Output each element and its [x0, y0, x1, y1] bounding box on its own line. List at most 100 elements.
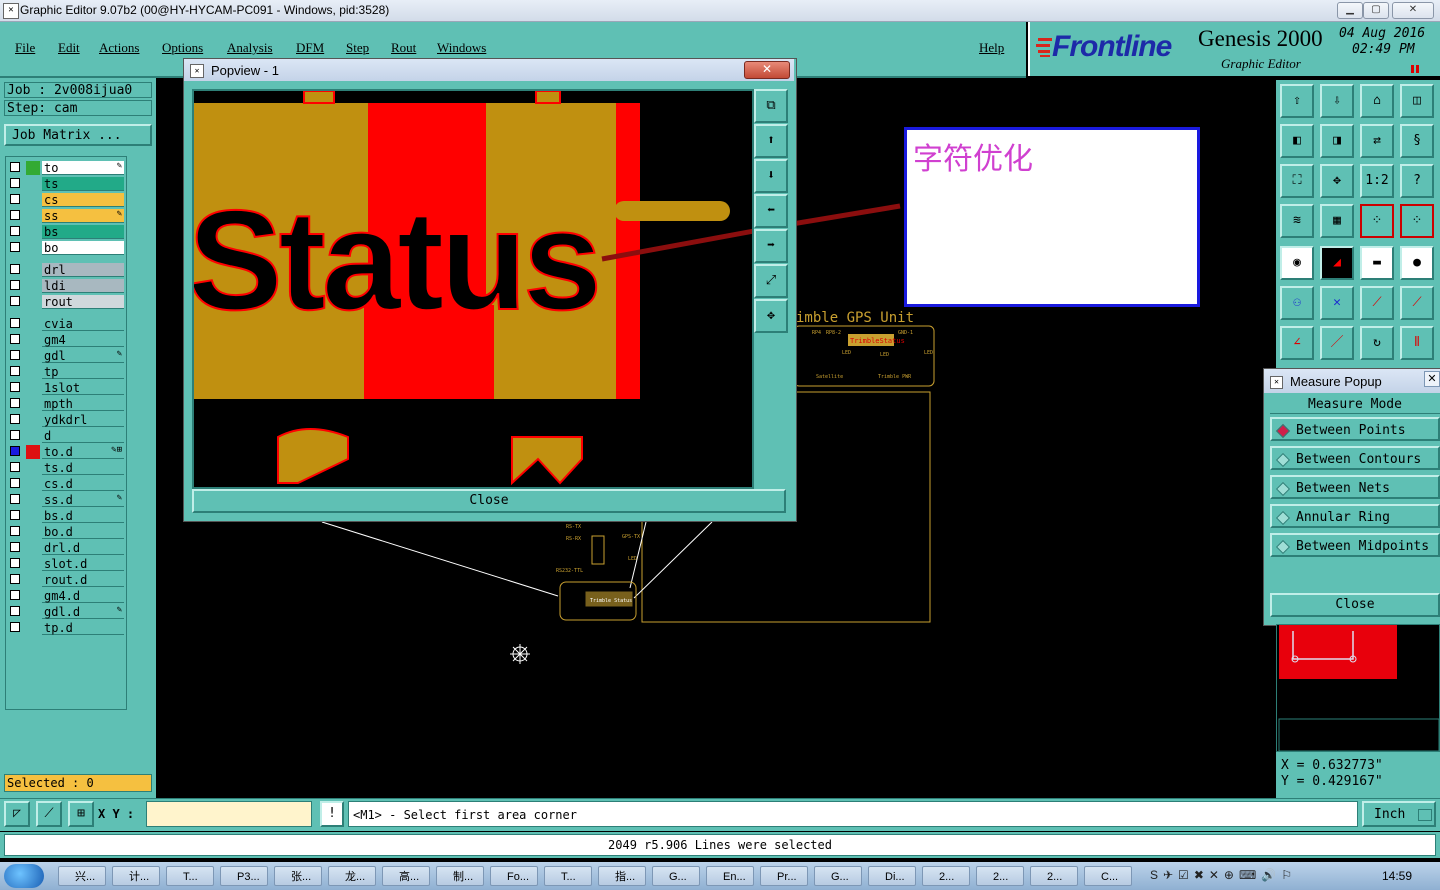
layer-name[interactable]: to	[42, 161, 124, 175]
layer-checkbox[interactable]	[10, 494, 20, 504]
layer-name[interactable]: ts.d	[42, 461, 124, 475]
layer-row[interactable]: tp	[8, 365, 126, 379]
taskbar-item[interactable]: G...	[814, 866, 862, 886]
alert-icon[interactable]: !	[320, 801, 344, 827]
popview-close-icon[interactable]: ✕	[744, 61, 790, 79]
popview-close-button[interactable]: Close	[192, 489, 786, 513]
menu-options[interactable]: Options	[162, 40, 203, 56]
window-split-icon[interactable]: ◫	[1400, 84, 1434, 118]
layer-row[interactable]: cs.d	[8, 477, 126, 491]
layer-up-icon[interactable]: ⇧	[1280, 84, 1314, 118]
measure-close-button[interactable]: Close	[1270, 593, 1440, 617]
layer-row[interactable]: ldi	[8, 279, 126, 293]
measure-close-icon[interactable]: ✕	[1424, 371, 1440, 387]
move-left-icon[interactable]: ◧	[1280, 124, 1314, 158]
layer-row[interactable]: to.d ✎⊞	[8, 445, 126, 459]
taskbar-item[interactable]: Fo...	[490, 866, 538, 886]
layer-name[interactable]: tp	[42, 365, 124, 379]
swap-icon[interactable]: ⇄	[1360, 124, 1394, 158]
layer-row[interactable]: rout	[8, 295, 126, 309]
layer-down-icon[interactable]: ⇩	[1320, 84, 1354, 118]
pad-icon[interactable]: ●	[1400, 246, 1434, 280]
net-select-icon[interactable]: ⁘	[1360, 204, 1394, 238]
draw-diagonal-icon[interactable]: ⟋	[36, 801, 62, 827]
close-window-button[interactable]: ✕	[1392, 2, 1434, 19]
layer-name[interactable]: bo	[42, 241, 124, 255]
layer-checkbox[interactable]	[10, 478, 20, 488]
layer-name[interactable]: rout	[42, 295, 124, 309]
layer-name[interactable]: ts	[42, 177, 124, 191]
menu-actions[interactable]: Actions	[99, 40, 139, 56]
layer-checkbox[interactable]	[10, 382, 20, 392]
taskbar-item[interactable]: 2...	[976, 866, 1024, 886]
taskbar-item[interactable]: En...	[706, 866, 754, 886]
snap-icon[interactable]: §	[1400, 124, 1434, 158]
layer-row[interactable]: bo.d	[8, 525, 126, 539]
layer-row[interactable]: bo	[8, 241, 126, 255]
layer-name[interactable]: 1slot	[42, 381, 124, 395]
taskbar-item[interactable]: 指...	[598, 866, 646, 886]
measure-option[interactable]: Annular Ring	[1270, 504, 1440, 528]
xy-input[interactable]	[146, 801, 312, 827]
taskbar-item[interactable]: 高...	[382, 866, 430, 886]
layer-color-swatch[interactable]	[26, 445, 40, 459]
layer-row[interactable]: cs	[8, 193, 126, 207]
layer-name[interactable]: d	[42, 429, 124, 443]
layer-checkbox[interactable]	[10, 178, 20, 188]
menu-help[interactable]: Help	[979, 40, 1004, 56]
layer-checkbox[interactable]	[10, 366, 20, 376]
layer-row[interactable]: 1slot	[8, 381, 126, 395]
layer-checkbox[interactable]	[10, 350, 20, 360]
intersect-icon[interactable]: ✕	[1320, 286, 1354, 320]
zoom-center-icon[interactable]: ✥	[1320, 164, 1354, 198]
popview-pan-down-icon[interactable]: ⬇	[754, 159, 788, 193]
zoom-one-to-one-icon[interactable]: 1:2	[1360, 164, 1394, 198]
taskbar-item[interactable]: T...	[166, 866, 214, 886]
layer-checkbox[interactable]	[10, 558, 20, 568]
taskbar-item[interactable]: C...	[1084, 866, 1132, 886]
ruler-icon[interactable]: ▬	[1360, 246, 1394, 280]
layer-checkbox[interactable]	[10, 430, 20, 440]
layer-name[interactable]: cs.d	[42, 477, 124, 491]
home-icon[interactable]: ⌂	[1360, 84, 1394, 118]
menu-analysis[interactable]: Analysis	[227, 40, 273, 56]
layer-checkbox[interactable]	[10, 162, 20, 172]
taskbar-item[interactable]: 张...	[274, 866, 322, 886]
layer-checkbox[interactable]	[10, 334, 20, 344]
layer-checkbox[interactable]	[10, 414, 20, 424]
measure-option[interactable]: Between Contours	[1270, 446, 1440, 470]
layer-name[interactable]: cs	[42, 193, 124, 207]
layer-color-swatch[interactable]	[26, 161, 40, 175]
grid-icon[interactable]: ▦	[1320, 204, 1354, 238]
annotation-box[interactable]: 字符优化	[904, 127, 1200, 307]
layer-checkbox[interactable]	[10, 296, 20, 306]
layer-row[interactable]: gdl.d ✎	[8, 605, 126, 619]
units-select[interactable]: Inch	[1362, 801, 1436, 827]
taskbar-item[interactable]: Di...	[868, 866, 916, 886]
point-measure-icon[interactable]: ⟋	[1400, 286, 1434, 320]
layer-row[interactable]: slot.d	[8, 557, 126, 571]
layer-row[interactable]: d	[8, 429, 126, 443]
layer-name[interactable]: ldi	[42, 279, 124, 293]
angle-icon[interactable]: ∠	[1280, 326, 1314, 360]
layer-name[interactable]: ss	[42, 209, 124, 223]
layer-row[interactable]: gm4	[8, 333, 126, 347]
layer-checkbox[interactable]	[10, 226, 20, 236]
popview-canvas[interactable]: Status	[192, 89, 754, 489]
layer-checkbox[interactable]	[10, 194, 20, 204]
taskbar-item[interactable]: 制...	[436, 866, 484, 886]
layer-row[interactable]: ts.d	[8, 461, 126, 475]
layer-row[interactable]: ydkdrl	[8, 413, 126, 427]
layer-row[interactable]: cvia	[8, 317, 126, 331]
layer-checkbox[interactable]	[10, 574, 20, 584]
zoom-home-icon[interactable]: ⛶	[1280, 164, 1314, 198]
taskbar-item[interactable]: T...	[544, 866, 592, 886]
help-question-icon[interactable]: ?	[1400, 164, 1434, 198]
taskbar-item[interactable]: 龙...	[328, 866, 376, 886]
mini-view[interactable]	[1276, 624, 1440, 752]
layer-row[interactable]: ss ✎	[8, 209, 126, 223]
taskbar-item[interactable]: 2...	[922, 866, 970, 886]
popview-zoom-out-icon[interactable]: ⤢	[754, 264, 788, 298]
start-button-icon[interactable]	[4, 864, 44, 888]
rotate-icon[interactable]: ↻	[1360, 326, 1394, 360]
